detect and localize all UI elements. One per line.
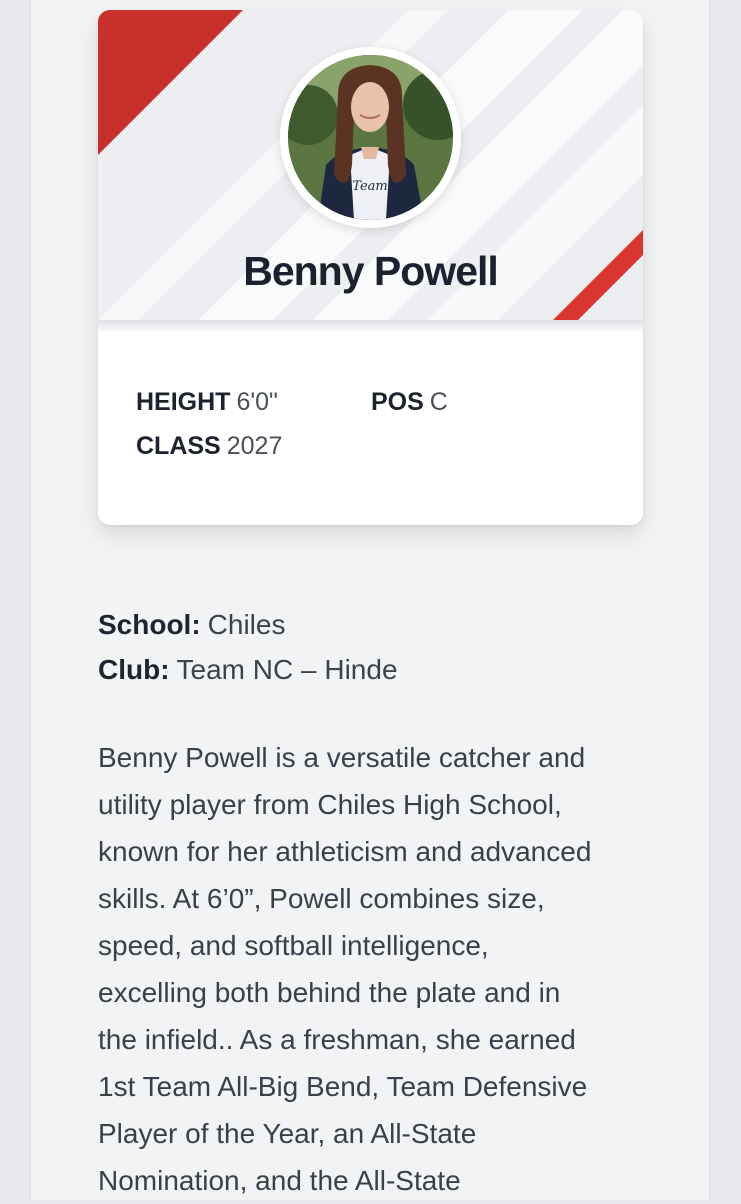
bio-line: excelling both behind the plate and in	[98, 977, 561, 1008]
position-stat: POS C	[371, 388, 448, 417]
avatar-frame: Team	[280, 47, 461, 228]
height-label: HEIGHT	[136, 388, 231, 416]
screen: Team Benny Powell HEIGHT 6'0" POS C CLASS 2…	[0, 0, 741, 1200]
bio-line: known for her athleticism and advanced	[98, 836, 592, 867]
bio-line: utility player from Chiles High School,	[98, 789, 562, 820]
bio-line: Player of the Year, an All-State	[98, 1118, 477, 1149]
bio-line: Nomination, and the All-State	[98, 1165, 461, 1196]
bio-line: skills. At 6’0”, Powell combines size,	[98, 883, 545, 914]
club-label: Club:	[98, 654, 170, 685]
player-card-header: Team Benny Powell	[98, 10, 643, 320]
bio-line: 1st Team All-Big Bend, Team Defensive	[98, 1071, 588, 1102]
club-line: Club: Team NC – Hinde	[98, 654, 398, 686]
bio-line: the infield.. As a freshman, she earned	[98, 1024, 576, 1055]
svg-text:Team: Team	[352, 179, 387, 194]
school-line: School: Chiles	[98, 609, 285, 641]
class-stat: CLASS 2027	[136, 432, 282, 461]
player-photo: Team	[288, 55, 453, 220]
school-value: Chiles	[207, 609, 286, 640]
bio-line: Benny Powell is a versatile catcher and	[98, 742, 586, 773]
position-value: C	[429, 388, 448, 416]
position-label: POS	[371, 388, 424, 416]
player-bio: Benny Powell is a versatile catcher and …	[98, 734, 658, 1204]
header-divider	[98, 320, 643, 333]
player-name: Benny Powell	[243, 248, 499, 294]
class-value: 2027	[226, 432, 283, 460]
school-label: School:	[98, 609, 201, 640]
height-value: 6'0"	[236, 388, 278, 416]
avatar: Team	[288, 55, 453, 220]
class-label: CLASS	[136, 432, 221, 460]
player-card: Team Benny Powell HEIGHT 6'0" POS C CLASS 2…	[98, 10, 643, 525]
club-value: Team NC – Hinde	[176, 654, 398, 685]
bio-line: speed, and softball intelligence,	[98, 930, 489, 961]
height-stat: HEIGHT 6'0"	[136, 388, 278, 417]
